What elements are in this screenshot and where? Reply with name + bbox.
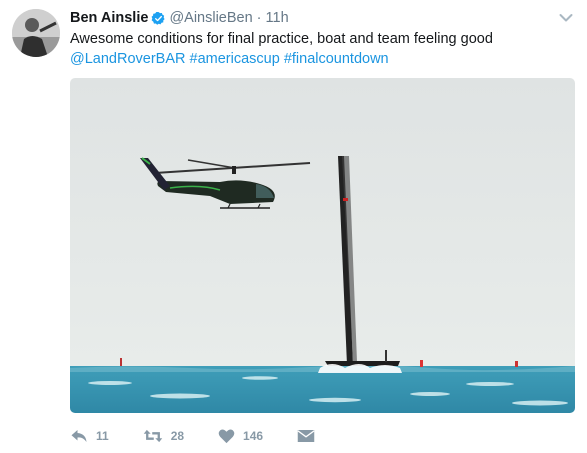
- heart-icon: [218, 428, 235, 444]
- tweet-body: Awesome conditions for final practice, b…: [70, 31, 493, 47]
- verified-badge-icon: [151, 11, 166, 26]
- tweet-tags: @LandRoverBAR #americascup #finalcountdo…: [70, 49, 575, 69]
- reply-button[interactable]: 11: [70, 428, 109, 444]
- tweet-photo[interactable]: [70, 78, 575, 413]
- chevron-down-icon[interactable]: [559, 10, 573, 22]
- direct-message-button[interactable]: [297, 429, 315, 443]
- tweet-text: Awesome conditions for final practice, b…: [70, 29, 575, 69]
- tweet-header: Ben Ainslie @AinslieBen · 11h: [70, 8, 289, 28]
- photo-helicopter-and-sailboat: [70, 78, 575, 413]
- avatar[interactable]: [12, 9, 60, 57]
- hashtag-link[interactable]: #finalcountdown: [284, 51, 389, 67]
- like-button[interactable]: 146: [218, 428, 263, 444]
- direct-message-icon: [297, 429, 315, 443]
- retweet-icon: [143, 428, 163, 444]
- reply-count: 11: [96, 429, 109, 443]
- avatar-image: [12, 9, 60, 57]
- tweet-timestamp[interactable]: 11h: [266, 10, 289, 26]
- author-name[interactable]: Ben Ainslie: [70, 10, 148, 26]
- reply-icon: [70, 428, 88, 444]
- like-count: 146: [243, 429, 264, 443]
- tweet-actions: 11 28 146: [70, 426, 349, 446]
- hashtag-link[interactable]: #americascup: [190, 51, 280, 67]
- separator-dot: ·: [256, 10, 262, 26]
- retweet-button[interactable]: 28: [143, 428, 184, 444]
- retweet-count: 28: [170, 429, 185, 443]
- author-handle[interactable]: @AinslieBen: [169, 10, 252, 26]
- mention-link[interactable]: @LandRoverBAR: [70, 51, 185, 67]
